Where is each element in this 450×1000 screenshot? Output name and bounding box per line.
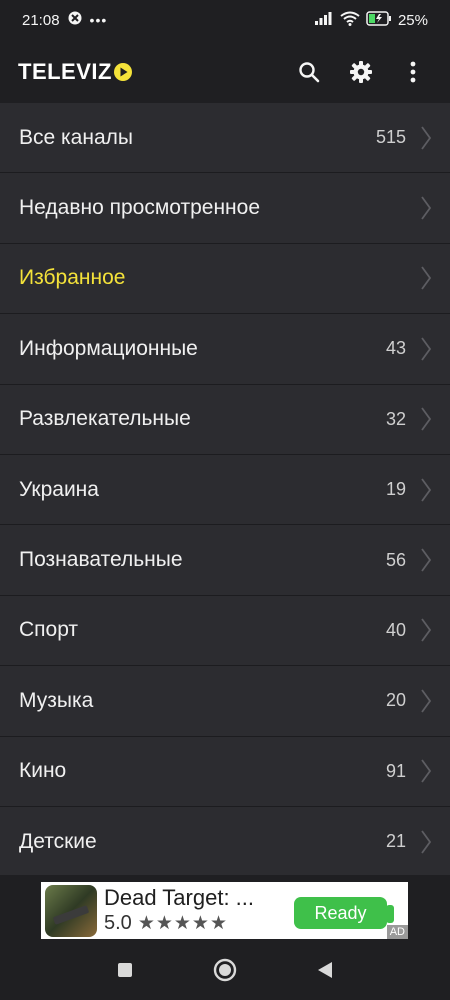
ad-area: Dead Target: ... 5.0 ★★★★★ Ready AD (0, 875, 450, 940)
app-logo: TELEVIZ (18, 59, 133, 85)
chevron-right-icon (420, 266, 432, 290)
back-icon[interactable] (310, 955, 340, 985)
list-item-kids[interactable]: Детские 21 (0, 806, 450, 878)
list-item-label: Музыка (19, 688, 94, 712)
category-list: Все каналы 515 Недавно просмотренное Изб… (0, 103, 450, 878)
logo-play-icon (113, 62, 133, 82)
list-item-ukraine[interactable]: Украина 19 (0, 454, 450, 526)
list-item-count: 40 (385, 619, 406, 640)
list-item-count: 515 (375, 127, 406, 148)
list-item-news[interactable]: Информационные 43 (0, 314, 450, 385)
app-bar: TELEVIZ (0, 40, 450, 103)
chevron-right-icon (420, 759, 432, 783)
list-item-count: 20 (385, 690, 406, 711)
list-item-recently-watched[interactable]: Недавно просмотренное (0, 173, 450, 244)
ad-badge[interactable]: AD (386, 925, 408, 939)
list-item-label: Украина (19, 477, 99, 501)
wifi-icon (340, 11, 360, 30)
ad-app-image (45, 884, 97, 937)
list-item-count: 91 (385, 760, 406, 781)
list-item-label: Кино (19, 759, 67, 783)
list-item-movies[interactable]: Кино 91 (0, 736, 450, 807)
chevron-right-icon (420, 407, 432, 431)
ad-stars: ★★★★★ (137, 913, 228, 934)
list-item-count: 43 (385, 338, 406, 359)
chevron-right-icon (420, 689, 432, 713)
chevron-right-icon (420, 548, 432, 572)
home-icon[interactable] (210, 955, 240, 985)
chevron-right-icon (420, 618, 432, 642)
signal-icon (314, 11, 334, 29)
status-bar: 21:08 ••• 25% (0, 0, 450, 40)
battery-icon (366, 10, 392, 30)
list-item-count: 32 (385, 408, 406, 429)
ad-title: Dead Target: ... (104, 886, 255, 910)
list-item-label: Познавательные (19, 548, 183, 572)
battery-percent: 25% (397, 11, 428, 29)
status-dots: ••• (89, 12, 108, 28)
ad-rating: 5.0 (104, 912, 132, 934)
list-item-entertainment[interactable]: Развлекательные 32 (0, 384, 450, 455)
list-item-count: 19 (385, 479, 406, 500)
gear-icon[interactable] (348, 59, 374, 85)
list-item-label: Спорт (19, 618, 79, 642)
list-item-label: Недавно просмотренное (19, 196, 260, 220)
list-item-label: Детские (19, 829, 97, 853)
list-item-label: Все каналы (19, 125, 133, 149)
chevron-right-icon (420, 126, 432, 150)
status-time: 21:08 (22, 11, 60, 29)
ad-banner[interactable]: Dead Target: ... 5.0 ★★★★★ Ready AD (41, 882, 408, 939)
ad-progress-indicator (386, 905, 394, 923)
notification-icon (68, 11, 82, 29)
logo-text: TELEVIZ (18, 58, 112, 84)
list-item-music[interactable]: Музыка 20 (0, 666, 450, 737)
recents-icon[interactable] (110, 955, 140, 985)
list-item-label: Информационные (19, 336, 198, 360)
chevron-right-icon (420, 830, 432, 854)
list-item-label: Избранное (19, 266, 126, 290)
list-item-favorites[interactable]: Избранное (0, 243, 450, 315)
ad-ready-button[interactable]: Ready (294, 897, 387, 929)
more-vert-icon[interactable] (400, 59, 426, 85)
system-nav-bar (0, 940, 450, 1000)
list-item-educational[interactable]: Познавательные 56 (0, 525, 450, 596)
chevron-right-icon (420, 196, 432, 220)
list-item-label: Развлекательные (19, 407, 191, 431)
list-item-count: 56 (385, 549, 406, 570)
search-icon[interactable] (296, 59, 322, 85)
list-item-sport[interactable]: Спорт 40 (0, 595, 450, 667)
chevron-right-icon (420, 337, 432, 361)
list-item-count: 21 (385, 831, 406, 852)
chevron-right-icon (420, 478, 432, 502)
list-item-all-channels[interactable]: Все каналы 515 (0, 103, 450, 174)
